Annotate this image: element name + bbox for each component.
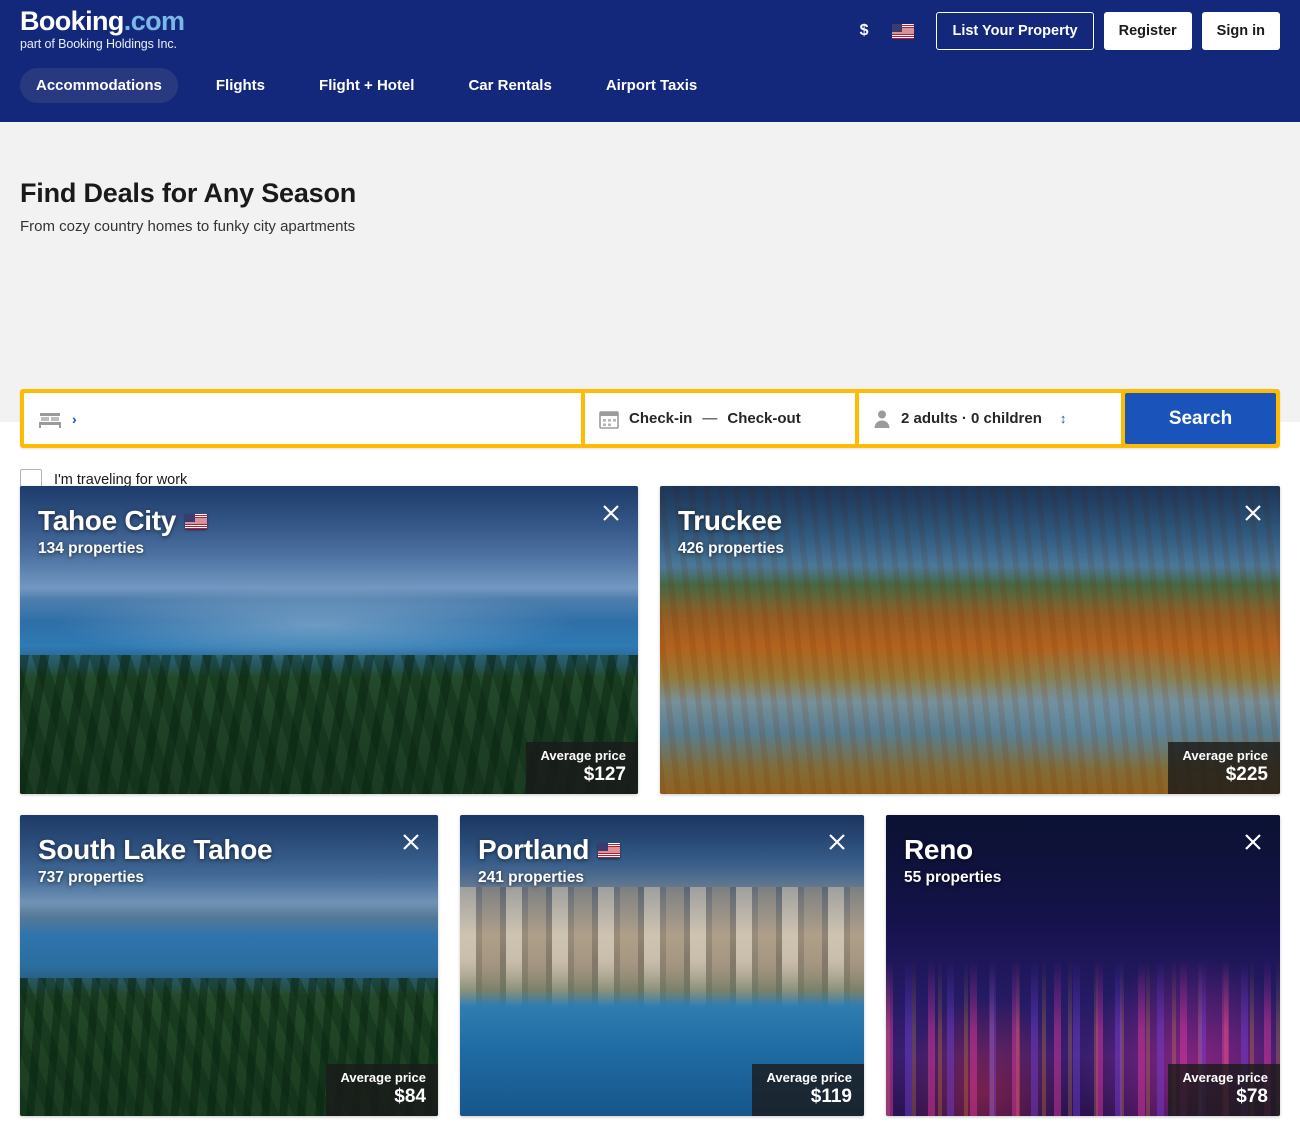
checkout-label[interactable]: Check-out	[727, 410, 800, 427]
register-button[interactable]: Register	[1103, 12, 1192, 50]
page-subtitle: From cozy country homes to funky city ap…	[20, 218, 356, 235]
card-title-row: Truckee	[678, 504, 784, 538]
us-flag-icon	[598, 842, 621, 858]
card-title-row: Reno	[904, 833, 1001, 867]
price-value: $127	[583, 764, 626, 785]
guests-value[interactable]: 2 adults · 0 children	[901, 410, 1042, 427]
card-property-count: 426 properties	[678, 540, 784, 557]
price-value: $119	[810, 1086, 852, 1107]
brand-tagline: part of Booking Holdings Inc.	[20, 37, 177, 51]
dates-field[interactable]: Check-in — Check-out	[585, 393, 855, 444]
page-title: Find Deals for Any Season	[20, 178, 357, 208]
search-bar: › Check-in — Check-out 2 adults · 0 chil…	[20, 389, 1280, 448]
card-title-row: South Lake Tahoe	[38, 833, 273, 867]
checkin-label[interactable]: Check-in	[629, 410, 692, 427]
us-flag-icon	[185, 513, 208, 529]
hero-section: Find Deals for Any Season From cozy coun…	[0, 122, 1300, 491]
language-flag-icon[interactable]	[882, 15, 930, 47]
header-actions: $ List Your Property Register Sign in	[846, 12, 1280, 50]
average-price-badge: Average price $84	[326, 1064, 438, 1116]
card-title-row: Portland	[478, 833, 621, 867]
guests-field[interactable]: 2 adults · 0 children ↕	[859, 393, 1121, 444]
nav-tab-car-rentals[interactable]: Car Rentals	[452, 68, 567, 103]
destination-row-1: Tahoe City 134 properties Average price …	[20, 486, 1280, 794]
card-city-name: Tahoe City	[38, 505, 177, 536]
sign-in-button[interactable]: Sign in	[1201, 12, 1280, 50]
price-label: Average price	[766, 1070, 852, 1085]
guests-stepper-icon[interactable]: ↕	[1060, 412, 1067, 425]
close-icon[interactable]	[824, 829, 850, 855]
destination-card-tahoe-city[interactable]: Tahoe City 134 properties Average price …	[20, 486, 638, 794]
currency-icon[interactable]: $	[846, 15, 883, 47]
card-city-name: Truckee	[678, 505, 782, 536]
bed-icon	[39, 412, 61, 428]
list-your-property-button[interactable]: List Your Property	[936, 12, 1094, 50]
close-icon[interactable]	[1240, 829, 1266, 855]
close-icon[interactable]	[398, 829, 424, 855]
site-header: Booking.com part of Booking Holdings Inc…	[0, 0, 1300, 122]
card-header: Reno 55 properties	[904, 833, 1001, 887]
us-flag-icon	[892, 23, 915, 39]
price-label: Average price	[540, 748, 626, 763]
calendar-icon	[599, 410, 619, 429]
destination-card-portland[interactable]: Portland 241 properties Average price $1…	[460, 815, 864, 1116]
price-value: $78	[1236, 1086, 1268, 1107]
card-city-name: South Lake Tahoe	[38, 834, 273, 865]
average-price-badge: Average price $127	[526, 742, 638, 794]
price-value: $225	[1225, 764, 1268, 785]
average-price-badge: Average price $78	[1168, 1064, 1280, 1116]
card-header: South Lake Tahoe 737 properties	[38, 833, 273, 887]
logo-text-secondary: .com	[123, 6, 185, 36]
nav-tab-accommodations[interactable]: Accommodations	[20, 68, 178, 103]
nav-tab-airport-taxis[interactable]: Airport Taxis	[590, 68, 713, 103]
nav-tab-flights[interactable]: Flights	[200, 68, 281, 103]
card-property-count: 241 properties	[478, 869, 584, 886]
destination-chevron-icon: ›	[72, 410, 77, 427]
destination-row-2: South Lake Tahoe 737 properties Average …	[20, 815, 1280, 1116]
card-property-count: 55 properties	[904, 869, 1002, 886]
card-header: Portland 241 properties	[478, 833, 621, 887]
destination-card-reno[interactable]: Reno 55 properties Average price $78	[886, 815, 1280, 1116]
booking-logo[interactable]: Booking.com	[20, 6, 185, 36]
nav-tab-flight-hotel[interactable]: Flight + Hotel	[303, 68, 430, 103]
card-property-count: 134 properties	[38, 540, 144, 557]
destination-cards: Tahoe City 134 properties Average price …	[0, 422, 1300, 1116]
card-header: Tahoe City 134 properties	[38, 504, 208, 558]
card-title-row: Tahoe City	[38, 504, 208, 538]
primary-nav: Accommodations Flights Flight + Hotel Ca…	[20, 68, 713, 103]
average-price-badge: Average price $225	[1168, 742, 1280, 794]
person-icon	[874, 410, 890, 428]
price-value: $84	[394, 1086, 426, 1107]
card-city-name: Reno	[904, 834, 973, 865]
close-icon[interactable]	[1240, 500, 1266, 526]
date-range-dash: —	[702, 410, 718, 427]
search-button[interactable]: Search	[1125, 393, 1276, 444]
average-price-badge: Average price $119	[752, 1064, 864, 1116]
logo-text-primary: Booking	[20, 6, 124, 36]
destination-card-south-lake-tahoe[interactable]: South Lake Tahoe 737 properties Average …	[20, 815, 438, 1116]
destination-card-truckee[interactable]: Truckee 426 properties Average price $22…	[660, 486, 1280, 794]
card-property-count: 737 properties	[38, 869, 144, 886]
brand-logo-block[interactable]: Booking.com part of Booking Holdings Inc…	[20, 6, 185, 51]
price-label: Average price	[1182, 748, 1268, 763]
price-label: Average price	[1182, 1070, 1268, 1085]
price-label: Average price	[340, 1070, 426, 1085]
card-header: Truckee 426 properties	[678, 504, 784, 558]
card-city-name: Portland	[478, 834, 590, 865]
destination-field[interactable]: ›	[24, 393, 581, 444]
close-icon[interactable]	[598, 500, 624, 526]
